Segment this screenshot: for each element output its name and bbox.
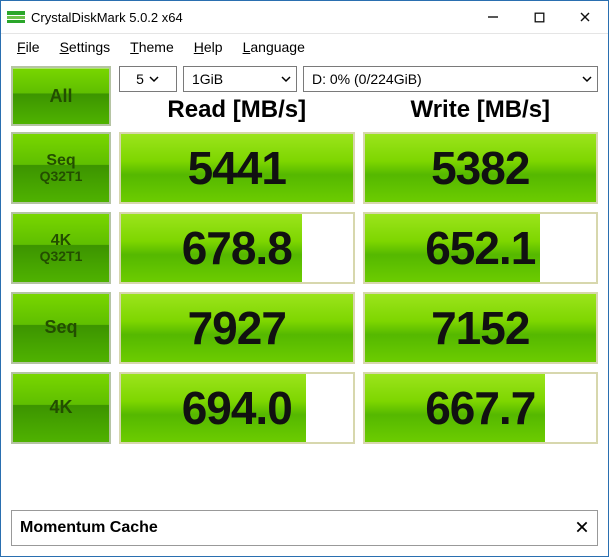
read-value-row0: 5441 xyxy=(119,132,355,204)
maximize-button[interactable] xyxy=(516,1,562,33)
test-button-row0[interactable]: SeqQ32T1 xyxy=(11,132,111,204)
column-headers: Read [MB/s] Write [MB/s] xyxy=(119,96,598,124)
drive-value: D: 0% (0/224GiB) xyxy=(312,71,422,87)
read-number: 694.0 xyxy=(182,381,292,435)
content: All 5 1GiB D: 0% (0/224GiB) xyxy=(1,60,608,510)
all-button-label: All xyxy=(49,86,72,107)
test-button-row2[interactable]: Seq xyxy=(11,292,111,364)
test-label-1: Seq xyxy=(44,318,77,338)
close-button[interactable] xyxy=(562,1,608,33)
write-value-row3: 667.7 xyxy=(363,372,599,444)
read-header: Read [MB/s] xyxy=(119,96,355,124)
menu-file[interactable]: File xyxy=(9,37,48,57)
app-icon xyxy=(7,8,25,26)
read-value-row3: 694.0 xyxy=(119,372,355,444)
drive-select[interactable]: D: 0% (0/224GiB) xyxy=(303,66,598,92)
results-grid: SeqQ32T1544153824KQ32T1678.8652.1Seq7927… xyxy=(11,132,598,444)
menubar: File Settings Theme Help Language xyxy=(1,34,608,60)
chevron-down-icon xyxy=(148,73,160,85)
window: CrystalDiskMark 5.0.2 x64 File Settings … xyxy=(0,0,609,557)
read-value-row2: 7927 xyxy=(119,292,355,364)
menu-help[interactable]: Help xyxy=(186,37,231,57)
window-buttons xyxy=(470,1,608,33)
minimize-button[interactable] xyxy=(470,1,516,33)
write-number: 7152 xyxy=(431,301,529,355)
read-number: 5441 xyxy=(188,141,286,195)
test-label-2: Q32T1 xyxy=(40,249,83,264)
test-size-select[interactable]: 1GiB xyxy=(183,66,297,92)
fill-remainder xyxy=(306,374,352,442)
selects-row: 5 1GiB D: 0% (0/224GiB) xyxy=(119,66,598,92)
read-number: 7927 xyxy=(188,301,286,355)
chevron-down-icon xyxy=(581,73,593,85)
footer-label: Momentum Cache xyxy=(20,519,158,537)
runs-value: 5 xyxy=(136,71,144,87)
test-label-1: 4K xyxy=(51,232,71,250)
write-value-row1: 652.1 xyxy=(363,212,599,284)
test-button-row3[interactable]: 4K xyxy=(11,372,111,444)
menu-theme[interactable]: Theme xyxy=(122,37,182,57)
window-title: CrystalDiskMark 5.0.2 x64 xyxy=(31,10,470,25)
write-number: 652.1 xyxy=(425,221,535,275)
fill-remainder xyxy=(545,374,596,442)
test-size-value: 1GiB xyxy=(192,71,223,87)
fill-remainder xyxy=(540,214,596,282)
write-number: 5382 xyxy=(431,141,529,195)
write-number: 667.7 xyxy=(425,381,535,435)
footer: Momentum Cache xyxy=(11,510,598,546)
test-label-2: Q32T1 xyxy=(40,169,83,184)
runs-select[interactable]: 5 xyxy=(119,66,177,92)
fill-remainder xyxy=(302,214,353,282)
write-value-row2: 7152 xyxy=(363,292,599,364)
run-all-button[interactable]: All xyxy=(11,66,111,126)
test-label-1: 4K xyxy=(49,398,72,418)
test-button-row1[interactable]: 4KQ32T1 xyxy=(11,212,111,284)
write-value-row0: 5382 xyxy=(363,132,599,204)
menu-settings[interactable]: Settings xyxy=(52,37,119,57)
read-number: 678.8 xyxy=(182,221,292,275)
titlebar: CrystalDiskMark 5.0.2 x64 xyxy=(1,1,608,34)
footer-close-button[interactable] xyxy=(575,518,589,539)
test-label-1: Seq xyxy=(46,152,75,170)
chevron-down-icon xyxy=(280,73,292,85)
read-value-row1: 678.8 xyxy=(119,212,355,284)
menu-language[interactable]: Language xyxy=(235,37,313,57)
write-header: Write [MB/s] xyxy=(363,96,599,124)
